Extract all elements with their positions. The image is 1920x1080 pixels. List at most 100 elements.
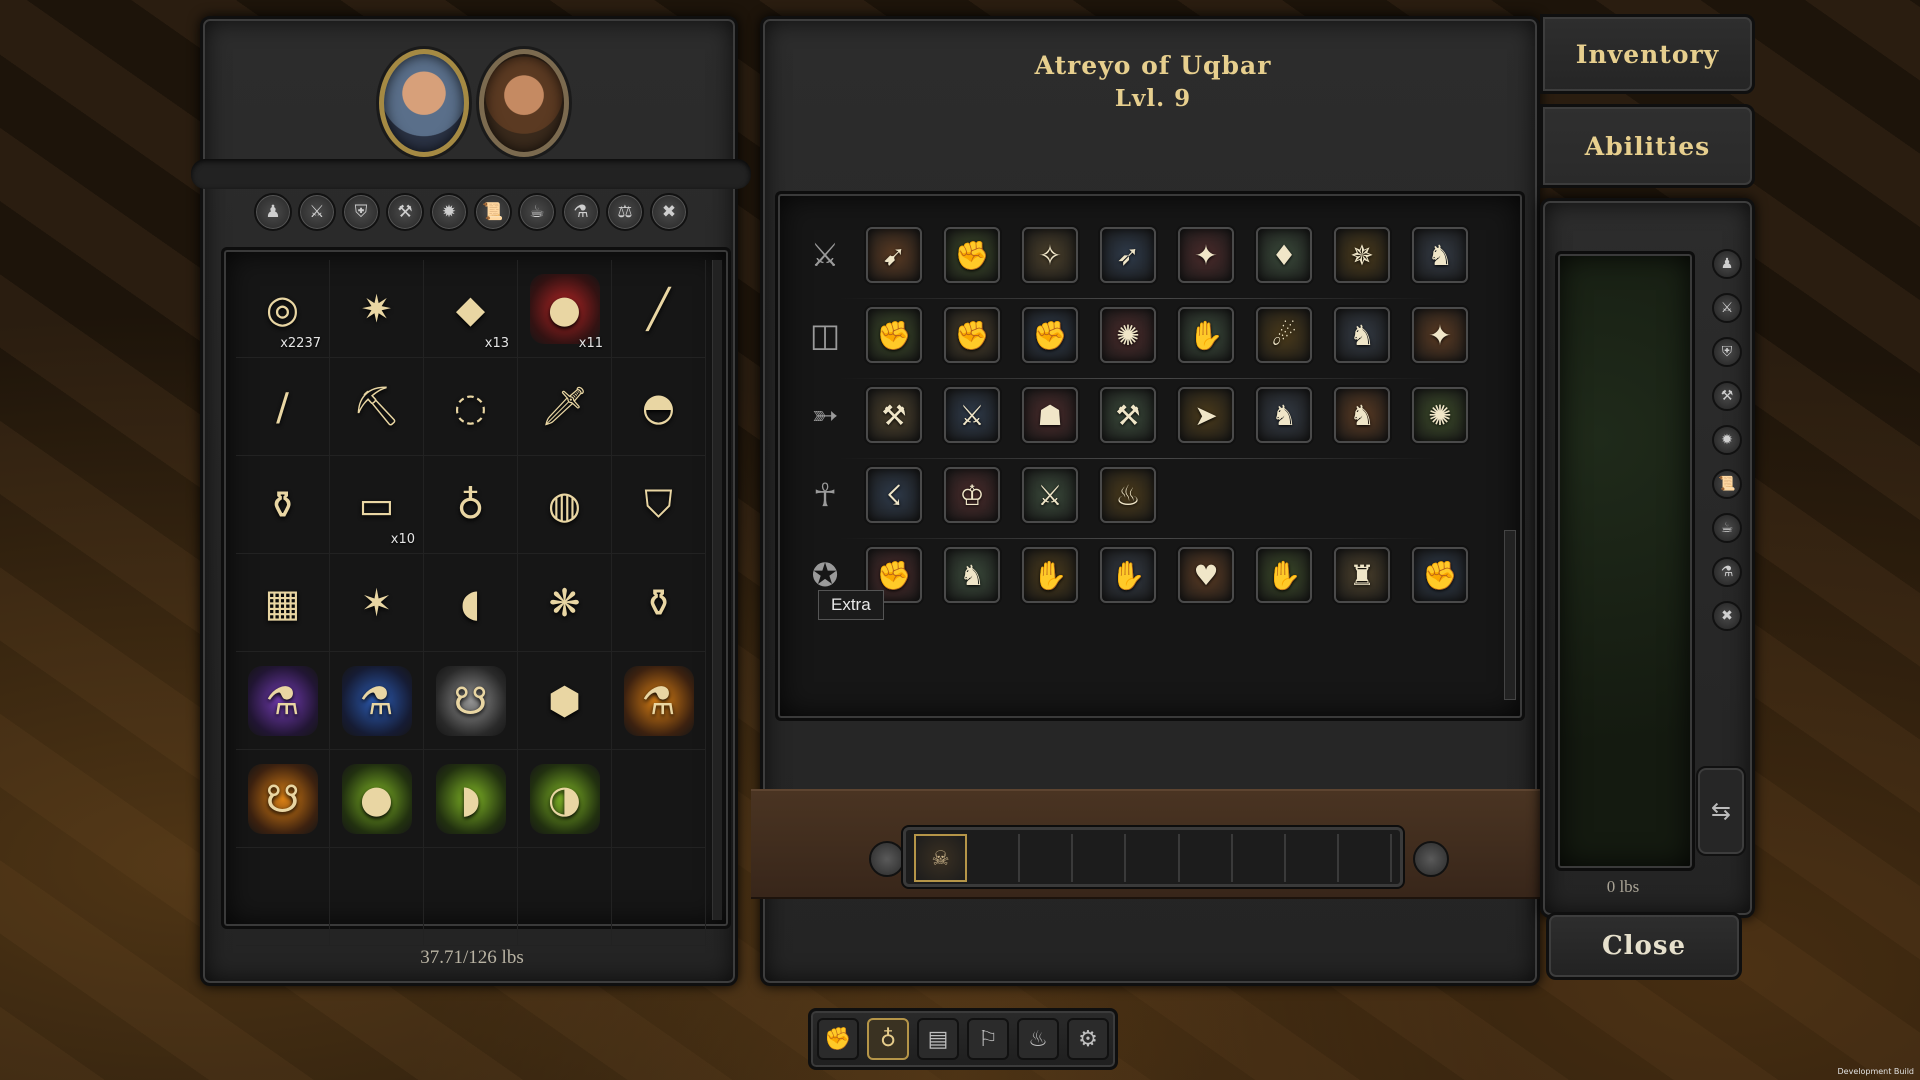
inventory-slot[interactable] [518,848,612,946]
inventory-bag-icon[interactable]: ♁ [867,1018,909,1060]
stash-filter-icon[interactable]: ♟ [1712,249,1742,279]
journal-icon[interactable]: ▤ [917,1018,959,1060]
stash-filter-icon[interactable]: ⚗ [1712,557,1742,587]
ability-icon[interactable]: ✋ [1100,547,1156,603]
ability-icon[interactable]: ⚒ [866,387,922,443]
ability-icon[interactable]: ✵ [1334,227,1390,283]
inventory-slot[interactable]: ▭ x10 [330,456,424,554]
inventory-slot[interactable]: ♁ [424,456,518,554]
stash-filter-icon[interactable]: ⚒ [1712,381,1742,411]
inventory-slot[interactable]: ╱ [612,260,706,358]
inventory-slot[interactable]: ❋ [518,554,612,652]
inventory-slot[interactable]: ✷ [330,260,424,358]
ability-icon[interactable]: ➤ [1178,387,1234,443]
inventory-slot[interactable] [612,848,706,946]
ability-icon[interactable]: ➹ [866,227,922,283]
inventory-scrollbar[interactable] [712,260,722,920]
ability-icon[interactable]: ♞ [944,547,1000,603]
stash-filter-icon[interactable]: 📜 [1712,469,1742,499]
ability-icon[interactable]: ✊ [944,227,1000,283]
stash-container[interactable] [1555,251,1695,871]
stash-filter-icon[interactable]: ⚔ [1712,293,1742,323]
character-icon[interactable]: ✊ [817,1018,859,1060]
abilities-scrollbar[interactable] [1504,530,1516,700]
ability-icon[interactable]: ♔ [944,467,1000,523]
inventory-slot[interactable]: ◌ [424,358,518,456]
quick-slot[interactable] [1126,834,1180,882]
ability-icon[interactable]: ✋ [1256,547,1312,603]
ability-icon[interactable]: ✊ [1412,547,1468,603]
inventory-slot[interactable] [330,848,424,946]
ability-icon[interactable]: ✋ [1178,307,1234,363]
filter-potions-icon[interactable]: ⚗ [562,193,600,231]
inventory-slot[interactable]: ● x11 [518,260,612,358]
stash-filter-icon[interactable]: ⛨ [1712,337,1742,367]
ability-icon[interactable]: ☗ [1022,387,1078,443]
quick-slot[interactable] [967,834,1021,882]
inventory-slot[interactable]: 🗡 [518,358,612,456]
ability-icon[interactable]: ✦ [1178,227,1234,283]
inventory-slot[interactable]: ◑ [518,750,612,848]
map-icon[interactable]: ⚐ [967,1018,1009,1060]
stash-filter-icon[interactable]: ✖ [1712,601,1742,631]
inventory-slot[interactable]: ● [330,750,424,848]
filter-magic-icon[interactable]: ✹ [430,193,468,231]
portrait-companion[interactable] [479,49,569,157]
quick-slot[interactable] [1286,834,1339,882]
ability-icon[interactable]: ♜ [1334,547,1390,603]
ability-icon[interactable]: ➶ [1100,227,1156,283]
inventory-slot[interactable]: ◓ [612,358,706,456]
ability-icon[interactable]: ⚔ [1022,467,1078,523]
quick-slot[interactable]: ☠ [914,834,968,882]
portrait-atreyo[interactable] [379,49,469,157]
quick-slot[interactable] [1233,834,1286,882]
inventory-slot[interactable]: ☋ [424,652,518,750]
filter-scrolls-icon[interactable]: 📜 [474,193,512,231]
inventory-slot[interactable]: ⚗ [236,652,330,750]
ability-icon[interactable]: ✺ [1100,307,1156,363]
inventory-slot[interactable]: ◎ x2237 [236,260,330,358]
ability-icon[interactable]: ✺ [1412,387,1468,443]
inventory-slot[interactable]: ▦ [236,554,330,652]
filter-misc-icon[interactable]: ⚖ [606,193,644,231]
inventory-slot[interactable]: ⚗ [612,652,706,750]
close-button[interactable]: Close [1546,912,1742,980]
ability-icon[interactable]: ✊ [866,307,922,363]
filter-food-icon[interactable]: ☕ [518,193,556,231]
ability-icon[interactable]: ✧ [1022,227,1078,283]
ability-icon[interactable]: ♞ [1334,387,1390,443]
ability-icon[interactable]: ✊ [944,307,1000,363]
inventory-slot[interactable]: ◖ [424,554,518,652]
inventory-slot[interactable]: ⚗ [330,652,424,750]
inventory-slot[interactable]: ⚱ [236,456,330,554]
inventory-slot[interactable]: ◍ [518,456,612,554]
inventory-slot[interactable]: ◆ x13 [424,260,518,358]
ability-icon[interactable]: ♞ [1334,307,1390,363]
inventory-slot[interactable] [424,848,518,946]
ability-icon[interactable]: ☇ [866,467,922,523]
quick-slot[interactable] [1180,834,1233,882]
inventory-slot[interactable]: ☋ [236,750,330,848]
ability-icon[interactable]: ♨ [1100,467,1156,523]
inventory-slot[interactable]: ∕ [236,358,330,456]
quick-slot[interactable] [1339,834,1393,882]
inventory-slot[interactable] [236,848,330,946]
settings-gear-icon[interactable]: ⚙ [1067,1018,1109,1060]
ability-icon[interactable]: ✋ [1022,547,1078,603]
filter-weapons-icon[interactable]: ⚔ [298,193,336,231]
ability-icon[interactable]: ♥ [1178,547,1234,603]
inventory-slot[interactable]: ◗ [424,750,518,848]
quick-slot[interactable] [1020,834,1074,882]
ability-icon[interactable]: ⚒ [1100,387,1156,443]
ability-icon[interactable]: ♞ [1256,387,1312,443]
transfer-all-button[interactable]: ⇆ [1696,766,1746,856]
ability-icon[interactable]: ✦ [1412,307,1468,363]
ability-icon[interactable]: ⚔ [944,387,1000,443]
inventory-slot[interactable] [612,750,706,848]
stash-filter-icon[interactable]: ✹ [1712,425,1742,455]
ability-icon[interactable]: ♦ [1256,227,1312,283]
quick-slot[interactable] [1073,834,1127,882]
inventory-slot[interactable]: ⛏ [330,358,424,456]
ability-icon[interactable]: ☄ [1256,307,1312,363]
filter-armor-icon[interactable]: ⛨ [342,193,380,231]
